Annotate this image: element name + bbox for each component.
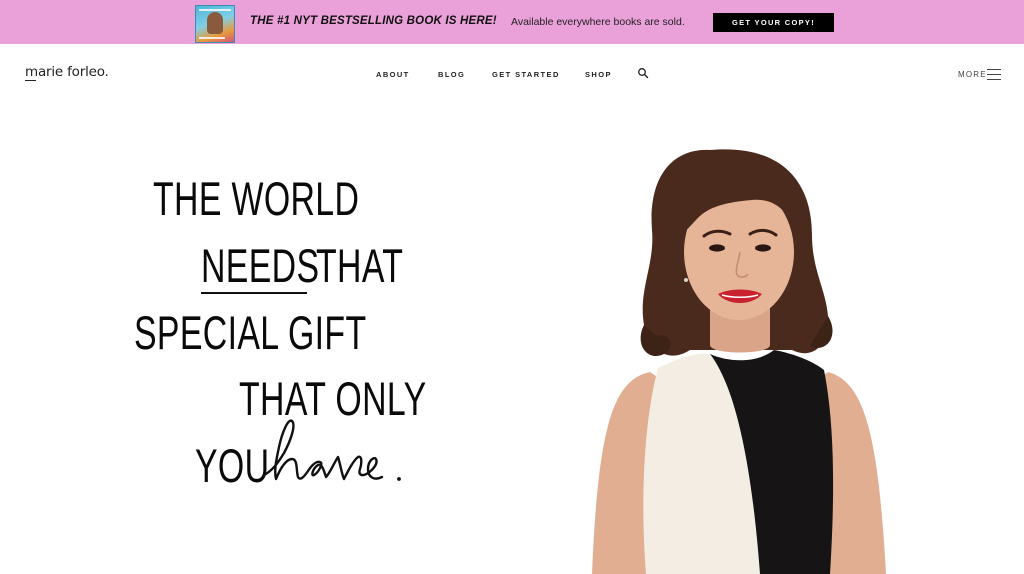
- promo-headline: THE #1 NYT BESTSELLING BOOK IS HERE!: [250, 15, 497, 27]
- menu-bar: [987, 69, 1001, 70]
- nav-about[interactable]: ABOUT: [376, 70, 410, 79]
- logo-underline: [25, 80, 36, 81]
- portrait-photo: [592, 149, 886, 574]
- book-cover-image[interactable]: [195, 5, 235, 43]
- more-menu-label[interactable]: MORE: [958, 70, 987, 79]
- hero-line-1: THE WORLD: [153, 172, 360, 225]
- site-logo[interactable]: marie forleo.: [25, 64, 109, 80]
- hero-script-have: [262, 419, 401, 481]
- promo-subtext: Available everywhere books are sold.: [511, 16, 685, 28]
- search-icon[interactable]: [637, 67, 649, 79]
- menu-bar: [987, 74, 1001, 75]
- hamburger-menu-icon[interactable]: [987, 68, 1001, 80]
- hero-word-needs: NEEDS: [201, 239, 320, 292]
- book-subtitle-line: [199, 37, 225, 39]
- nav-shop[interactable]: SHOP: [585, 70, 612, 79]
- get-your-copy-button[interactable]: GET YOUR COPY!: [713, 13, 834, 32]
- hero-line-3: SPECIAL GIFT: [134, 306, 367, 359]
- book-cover-figure: [207, 12, 223, 34]
- nav-get-started[interactable]: GET STARTED: [492, 70, 560, 79]
- book-title-line: [199, 9, 231, 11]
- nav-blog[interactable]: BLOG: [438, 70, 465, 79]
- menu-bar: [987, 79, 1001, 80]
- promo-banner: THE #1 NYT BESTSELLING BOOK IS HERE! Ava…: [0, 0, 1024, 44]
- hero-word-that: THAT: [316, 239, 404, 292]
- needs-underline: [201, 292, 307, 294]
